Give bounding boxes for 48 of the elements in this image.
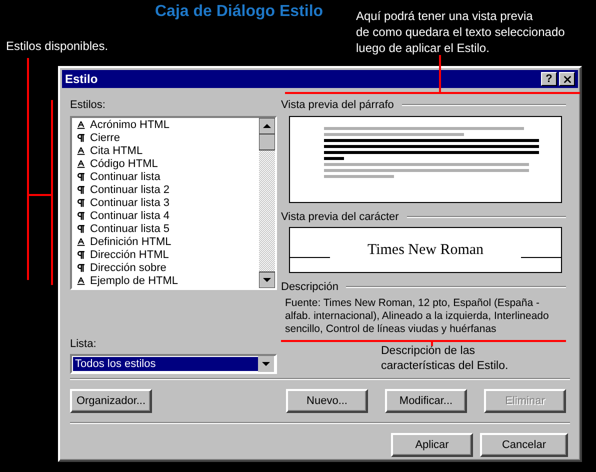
pilcrow-icon: [76, 211, 86, 221]
underlined-a-icon: [76, 276, 86, 286]
style-list-item[interactable]: Definición HTML: [76, 236, 259, 248]
annotation-text: Aquí podrá tener una vista previa de como quedara el texto seleccionado luego de aplicar el Estilo.: [356, 8, 565, 56]
help-button[interactable]: ?: [541, 72, 557, 86]
style-list-item[interactable]: Continuar lista 3: [76, 196, 259, 210]
dropdown-value: Todos los estilos: [73, 357, 258, 371]
pilcrow-icon: [76, 172, 86, 182]
style-list-item[interactable]: Código HTML: [76, 158, 259, 170]
pilcrow-icon: [76, 133, 86, 143]
style-list-item[interactable]: Continuar lista 5: [76, 222, 259, 236]
annotation-text: Descripción de las características del Estilo.: [381, 344, 510, 374]
list-label: Lista:: [70, 336, 98, 352]
style-list-item[interactable]: Acrónimo HTML: [76, 118, 259, 132]
pilcrow-icon: [76, 263, 86, 273]
font-sample: Times New Roman: [366, 242, 485, 258]
dialog-button[interactable]: Organizador...: [70, 389, 152, 413]
dialog-button[interactable]: Modificar...: [385, 389, 467, 413]
pilcrow-icon: [76, 224, 86, 234]
dialog-button[interactable]: Aplicar: [391, 433, 473, 457]
pilcrow-icon: [76, 185, 86, 195]
style-list-item[interactable]: Continuar lista 2: [76, 184, 259, 196]
description-label: Descripción: [281, 280, 338, 295]
list-dropdown[interactable]: Todos los estilos: [70, 354, 277, 374]
page-heading: Caja de Diálogo Estilo: [155, 2, 324, 22]
dialog-button[interactable]: Nuevo...: [286, 389, 368, 413]
close-button[interactable]: [559, 72, 575, 86]
pilcrow-icon: [76, 250, 86, 260]
style-list-item[interactable]: Dirección sobre: [76, 262, 259, 274]
pilcrow-icon: [76, 198, 86, 208]
paragraph-preview-label: Vista previa del párrafo: [281, 98, 394, 113]
styles-label: Estilos:: [70, 98, 106, 113]
window-title: Estilo: [65, 71, 98, 88]
style-list-item[interactable]: Ejemplo de HTML: [76, 274, 259, 288]
style-list-item[interactable]: Continuar lista 4: [76, 210, 259, 222]
close-icon: [562, 74, 572, 84]
style-list-item[interactable]: Cierre: [76, 132, 259, 144]
character-preview-label: Vista previa del carácter: [281, 210, 399, 225]
underlined-a-icon: [76, 146, 86, 156]
underlined-a-icon: [76, 159, 86, 169]
style-list-item[interactable]: Cita HTML: [76, 144, 259, 158]
underlined-a-icon: [76, 237, 86, 247]
style-list-item[interactable]: Continuar lista: [76, 170, 259, 184]
style-list-item[interactable]: Dirección HTML: [76, 248, 259, 262]
annotation-text: Estilos disponibles.: [6, 38, 108, 54]
underlined-a-icon: [76, 120, 86, 130]
dialog-button[interactable]: Cancelar: [480, 433, 568, 457]
description-text: Fuente: Times New Roman, 12 pto, Español (España - alfab. internacional), Alineado a la izquierda, Interlineado sencillo, Control de líneas viudas y huérfanas: [284, 297, 550, 336]
